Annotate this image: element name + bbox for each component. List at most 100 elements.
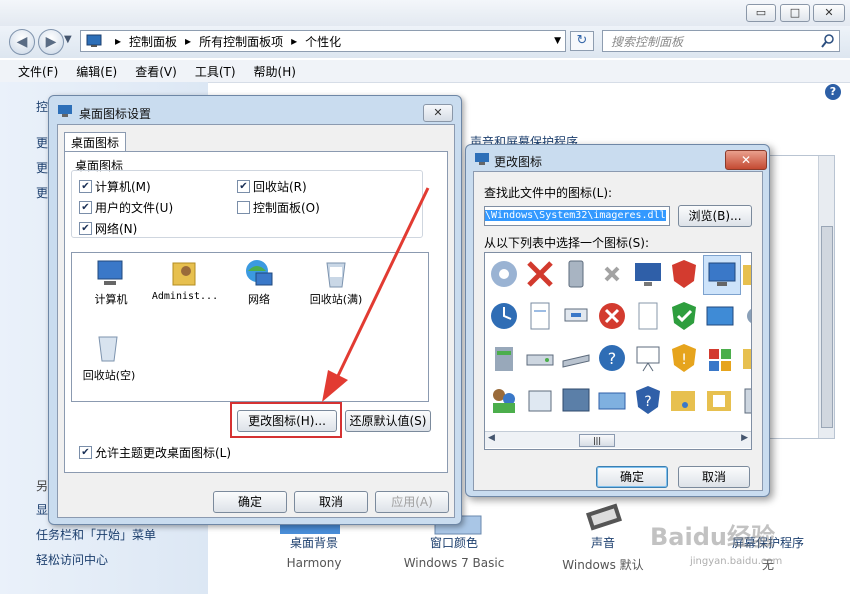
- desktop-background-link[interactable]: 桌面背景: [274, 534, 354, 551]
- list-partial-icon[interactable]: [741, 383, 752, 417]
- display-link-partial[interactable]: 显: [36, 501, 48, 518]
- computer-checkbox[interactable]: ✔ 计算机(M): [79, 178, 151, 195]
- recycle-bin-checkbox[interactable]: ✔ 回收站(R): [237, 178, 307, 195]
- tab-desktop-icons[interactable]: 桌面图标: [64, 132, 127, 152]
- crumb-all-items[interactable]: 所有控制面板项: [199, 33, 283, 50]
- task-link-partial[interactable]: 控: [36, 98, 48, 115]
- shield-check-icon[interactable]: [667, 299, 701, 333]
- gray-x-icon[interactable]: [595, 257, 629, 291]
- recycle-bin-empty-icon[interactable]: [96, 331, 120, 363]
- crumb-control-panel[interactable]: 控制面板: [129, 33, 177, 50]
- scroll-left-icon[interactable]: ◀: [488, 433, 495, 443]
- cancel-button[interactable]: 取消: [678, 466, 750, 488]
- computer-icon[interactable]: [94, 259, 128, 289]
- clock-icon[interactable]: [487, 299, 521, 333]
- menu-tools[interactable]: 工具(T): [195, 63, 236, 80]
- selected-computer-icon[interactable]: [703, 255, 741, 295]
- address-dropdown-icon[interactable]: ▼: [554, 36, 561, 46]
- user-files-checkbox[interactable]: ✔ 用户的文件(U): [79, 199, 173, 216]
- change-icon-dialog-icon: [475, 153, 489, 165]
- task-link-partial[interactable]: 更: [36, 159, 48, 176]
- dialog-close-button[interactable]: ✕: [725, 150, 767, 170]
- forward-button[interactable]: ▶: [38, 29, 64, 55]
- desktop-icon-settings-icon: [58, 105, 72, 117]
- window-color-value: Windows 7 Basic: [403, 556, 505, 570]
- media-player-icon[interactable]: [487, 257, 521, 291]
- settings-partial-icon[interactable]: [741, 299, 752, 333]
- users-icon[interactable]: [487, 383, 521, 417]
- sound-icon[interactable]: [580, 502, 630, 534]
- menu-help[interactable]: 帮助(H): [254, 63, 296, 80]
- documents-folder-icon[interactable]: [703, 383, 737, 417]
- dialog-close-button[interactable]: ✕: [423, 104, 453, 122]
- menu-view[interactable]: 查看(V): [135, 63, 177, 80]
- theme-scrollbar[interactable]: [818, 156, 834, 438]
- history-dropdown-icon[interactable]: ▼: [64, 34, 72, 45]
- crumb-personalization[interactable]: 个性化: [305, 33, 341, 50]
- horizontal-scrollbar[interactable]: ◀ ||| ▶: [485, 431, 751, 448]
- maximize-button[interactable]: □: [780, 4, 810, 22]
- scanner-icon[interactable]: [559, 341, 593, 375]
- browse-button[interactable]: 浏览(B)...: [678, 205, 752, 227]
- task-link-partial[interactable]: 更: [36, 184, 48, 201]
- document-icon[interactable]: [523, 299, 557, 333]
- monitor-icon[interactable]: [631, 257, 665, 291]
- presentation-icon[interactable]: [631, 341, 665, 375]
- scroll-right-icon[interactable]: ▶: [741, 433, 748, 443]
- menu-file[interactable]: 文件(F): [18, 63, 58, 80]
- network-adapter-icon[interactable]: [559, 299, 593, 333]
- dialog-body: 查找此文件中的图标(L): \Windows\System32\imageres…: [473, 171, 763, 491]
- dialog-title: 桌面图标设置: [79, 107, 152, 121]
- scrollbar-thumb[interactable]: [821, 226, 833, 428]
- window-titlebar: ▭ □ ✕: [0, 0, 850, 26]
- ok-button[interactable]: 确定: [596, 466, 668, 488]
- archive-icon[interactable]: [487, 341, 521, 375]
- window-color-link[interactable]: 窗口颜色: [394, 534, 514, 551]
- restore-default-button[interactable]: 还原默认值(S): [345, 410, 431, 432]
- shield-warning-icon[interactable]: !: [667, 341, 701, 375]
- address-separator: ▸: [291, 34, 298, 48]
- user-folder-icon[interactable]: [170, 257, 200, 289]
- sound-link[interactable]: 声音: [558, 534, 648, 551]
- close-button[interactable]: ✕: [813, 4, 845, 22]
- search-input[interactable]: 搜索控制面板: [602, 30, 840, 52]
- drive-icon[interactable]: [523, 341, 557, 375]
- stop-icon[interactable]: [595, 299, 629, 333]
- blank-page-icon[interactable]: [631, 299, 665, 333]
- cancel-button[interactable]: 取消: [294, 491, 368, 513]
- error-x-icon[interactable]: [523, 257, 557, 291]
- refresh-button[interactable]: ↻: [570, 31, 594, 51]
- icon-label: 网络: [248, 293, 270, 306]
- network-checkbox[interactable]: ✔ 网络(N): [79, 220, 137, 237]
- checkmark-icon: ✔: [79, 201, 92, 214]
- desktop-icon[interactable]: [703, 299, 737, 333]
- help-circle-icon[interactable]: ?: [595, 341, 629, 375]
- search-icon[interactable]: [821, 34, 835, 48]
- checkmark-icon: ✔: [79, 222, 92, 235]
- network-icon[interactable]: [242, 257, 276, 289]
- address-bar[interactable]: ▸ 控制面板 ▸ 所有控制面板项 ▸ 个性化 ▼: [80, 30, 566, 52]
- file-path-input[interactable]: \Windows\System32\imageres.dll: [484, 206, 670, 226]
- back-button[interactable]: ◀: [9, 29, 35, 55]
- taskbar-start-link[interactable]: 任务栏和「开始」菜单: [36, 526, 156, 543]
- scrollbar-thumb[interactable]: |||: [579, 434, 615, 447]
- window-frame-icon[interactable]: [523, 383, 557, 417]
- menu-edit[interactable]: 编辑(E): [76, 63, 117, 80]
- ok-button[interactable]: 确定: [213, 491, 287, 513]
- folder-icon[interactable]: [741, 257, 752, 291]
- task-link-partial[interactable]: 更: [36, 134, 48, 151]
- mobile-device-icon[interactable]: [559, 257, 593, 291]
- music-folder-icon[interactable]: [667, 383, 701, 417]
- ease-of-access-link[interactable]: 轻松访问中心: [36, 551, 108, 568]
- help-icon[interactable]: ?: [825, 84, 841, 100]
- search-placeholder: 搜索控制面板: [611, 35, 684, 49]
- allow-theme-checkbox[interactable]: ✔ 允许主题更改桌面图标(L): [79, 444, 231, 461]
- shield-red-icon[interactable]: [667, 257, 701, 291]
- programs-icon[interactable]: [703, 341, 737, 375]
- shield-question-icon[interactable]: ?: [631, 383, 665, 417]
- minimize-button[interactable]: ▭: [746, 4, 776, 22]
- display-frame-icon[interactable]: [595, 383, 629, 417]
- apply-button[interactable]: 应用(A): [375, 491, 449, 513]
- folder-icon[interactable]: [741, 341, 752, 375]
- blue-folder-icon[interactable]: [559, 383, 593, 417]
